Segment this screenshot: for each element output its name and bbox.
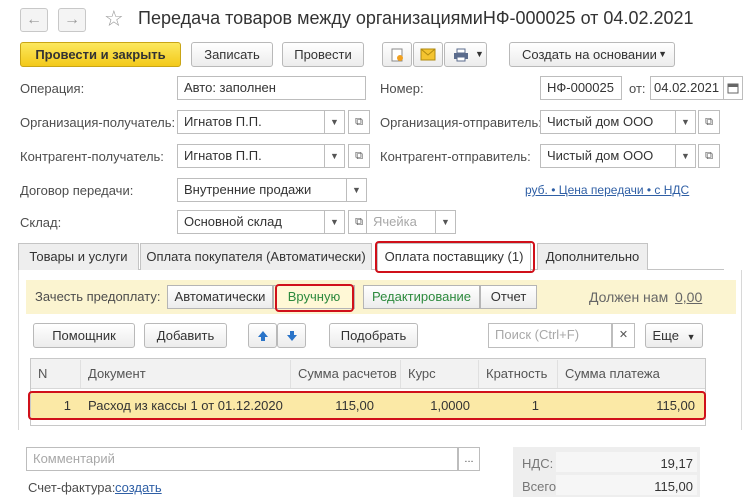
cell-settlement-amount: 115,00 (335, 398, 374, 413)
pick-button[interactable]: Подобрать (329, 323, 418, 348)
org-receiver-field[interactable]: Игнатов П.П. (177, 110, 325, 134)
price-settings-link[interactable]: руб. • Цена передачи • с НДС (525, 183, 689, 197)
col-header-multiplicity[interactable]: Кратность (478, 360, 557, 388)
number-field[interactable]: НФ-000025 (540, 76, 622, 100)
chevron-down-icon[interactable]: ▼ (436, 210, 456, 234)
operation-field[interactable]: Авто: заполнен (177, 76, 366, 100)
col-header-n[interactable]: N (31, 360, 47, 388)
post-button[interactable]: Провести (282, 42, 364, 67)
cell-rate: 1,0000 (430, 398, 470, 413)
arrow-down-icon (286, 331, 297, 341)
move-up-button[interactable] (248, 323, 277, 348)
tab-customer-payment[interactable]: Оплата покупателя (Автоматически) (140, 243, 372, 270)
print-button[interactable]: ▼ (444, 42, 487, 67)
open-icon[interactable]: ⧉ (698, 144, 720, 168)
cell-payment-amount: 115,00 (656, 398, 695, 413)
chevron-down-icon[interactable]: ▼ (325, 110, 345, 134)
chevron-down-icon: ▼ (658, 49, 667, 59)
calendar-button[interactable] (723, 76, 743, 100)
total-label: Всего: (522, 479, 560, 494)
chevron-down-icon: ▼ (475, 49, 484, 59)
create-based-button[interactable]: Создать на основании ▼ (509, 42, 675, 67)
printer-icon (453, 48, 468, 62)
star-icon[interactable]: ☆ (104, 6, 124, 32)
invoice-create-link[interactable]: создать (115, 480, 162, 495)
cell-multiplicity: 1 (531, 398, 539, 413)
back-arrow-icon[interactable]: ← (20, 8, 48, 32)
chevron-down-icon[interactable]: ▼ (676, 144, 696, 168)
invoice-label: Счет-фактура: (28, 480, 116, 495)
more-label: Еще (652, 328, 679, 343)
col-header-rate[interactable]: Курс (400, 360, 478, 388)
contract-field[interactable]: Внутренние продажи (177, 178, 347, 202)
open-icon[interactable]: ⧉ (698, 110, 720, 134)
col-header-settlement-amount[interactable]: Сумма расчетов (290, 360, 400, 388)
envelope-icon (420, 48, 436, 61)
col-header-payment-amount[interactable]: Сумма платежа (557, 360, 705, 388)
search-input[interactable]: Поиск (Ctrl+F) (488, 323, 612, 348)
warehouse-label: Склад: (20, 215, 62, 230)
chevron-down-icon[interactable]: ▼ (325, 210, 345, 234)
prepayment-manual-button[interactable]: Вручную (273, 285, 355, 309)
attach-button[interactable] (382, 42, 412, 67)
comment-field[interactable]: Комментарий (26, 447, 458, 471)
assistant-button[interactable]: Помощник (33, 323, 135, 348)
chevron-down-icon: ▼ (686, 332, 696, 342)
col-header-document[interactable]: Документ (80, 360, 290, 388)
number-label: Номер: (380, 81, 424, 96)
forward-arrow-icon[interactable]: → (58, 8, 86, 32)
cell-n: 1 (63, 398, 71, 413)
move-down-button[interactable] (277, 323, 306, 348)
cell-field[interactable]: Ячейка (366, 210, 436, 234)
comment-expand-button[interactable]: ... (458, 447, 480, 471)
clear-icon[interactable]: ✕ (612, 323, 635, 348)
org-sender-label: Организация-отправитель: (380, 115, 542, 130)
owes-value[interactable]: 0,00 (675, 289, 702, 305)
calendar-icon (727, 83, 739, 94)
attach-icon (391, 48, 403, 62)
owes-label: Должен нам (589, 289, 669, 305)
contr-sender-label: Контрагент-отправитель: (380, 149, 531, 164)
post-close-button[interactable]: Провести и закрыть (20, 42, 181, 67)
date-field[interactable]: 04.02.2021 (650, 76, 724, 100)
prepayment-auto-button[interactable]: Автоматически (167, 285, 273, 309)
org-receiver-label: Организация-получатель: (20, 115, 176, 130)
operation-label: Операция: (20, 81, 85, 96)
contr-receiver-label: Контрагент-получатель: (20, 149, 164, 164)
chevron-down-icon[interactable]: ▼ (325, 144, 345, 168)
total-value: 115,00 (654, 479, 693, 494)
contract-label: Договор передачи: (20, 183, 134, 198)
save-button[interactable]: Записать (191, 42, 273, 67)
open-icon[interactable]: ⧉ (348, 144, 370, 168)
vat-value: 19,17 (660, 456, 693, 471)
more-button[interactable]: Еще ▼ (645, 323, 703, 348)
edit-mode-button[interactable]: Редактирование (363, 285, 480, 309)
chevron-down-icon[interactable]: ▼ (347, 178, 367, 202)
tab-additional[interactable]: Дополнительно (537, 243, 648, 270)
tab-supplier-payment[interactable]: Оплата поставщику (1) (377, 243, 531, 272)
arrow-up-icon (257, 331, 268, 341)
warehouse-field[interactable]: Основной склад (177, 210, 325, 234)
cell-document: Расход из кассы 1 от 01.12.2020 (88, 398, 283, 413)
org-sender-field[interactable]: Чистый дом ООО (540, 110, 676, 134)
contr-receiver-field[interactable]: Игнатов П.П. (177, 144, 325, 168)
chevron-down-icon[interactable]: ▼ (676, 110, 696, 134)
tab-goods[interactable]: Товары и услуги (18, 243, 139, 270)
prepayment-label: Зачесть предоплату: (35, 289, 161, 304)
vat-label: НДС: (522, 456, 554, 471)
add-button[interactable]: Добавить (144, 323, 227, 348)
page-title: Передача товаров между организациямиНФ-0… (138, 8, 694, 28)
email-button[interactable] (413, 42, 443, 67)
contr-sender-field[interactable]: Чистый дом ООО (540, 144, 676, 168)
create-based-label: Создать на основании (522, 47, 657, 62)
open-icon[interactable]: ⧉ (348, 110, 370, 134)
report-button[interactable]: Отчет (480, 285, 537, 309)
date-from-label: от: (629, 81, 646, 96)
